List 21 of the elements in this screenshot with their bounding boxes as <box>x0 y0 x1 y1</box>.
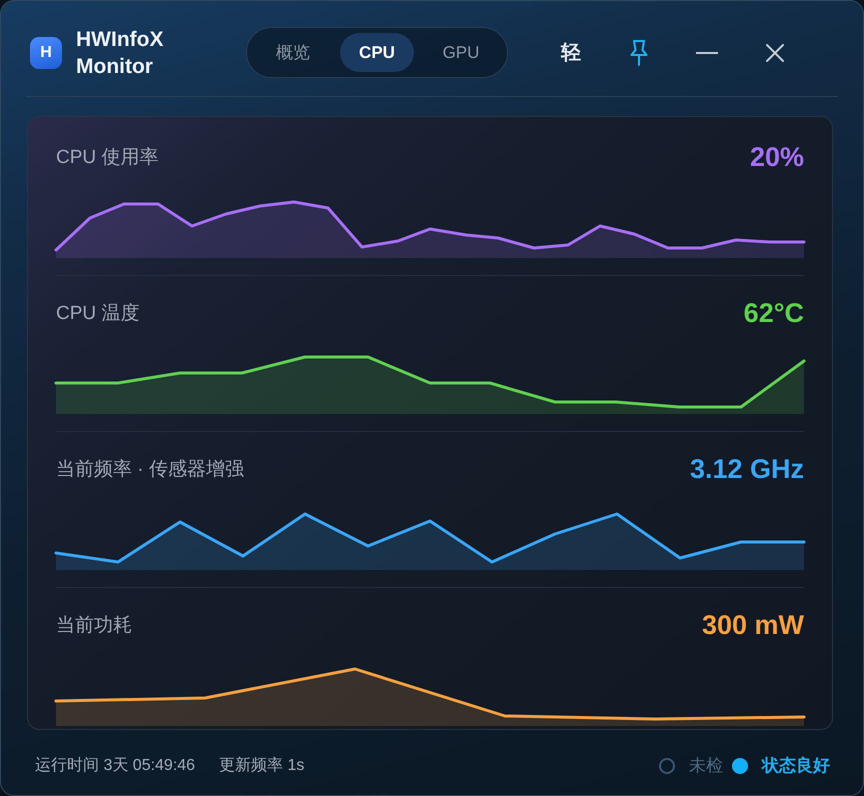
app-logo: H <box>30 36 62 68</box>
status-text: 更新频率 1s <box>219 756 304 776</box>
status-label: 未检 <box>689 755 723 777</box>
metric-value: 3.12 GHz <box>690 454 804 484</box>
tab[interactable]: GPU <box>424 33 498 72</box>
pin-icon <box>629 38 649 66</box>
metric-value: 300 mW <box>702 610 804 640</box>
metric-label: CPU 使用率 <box>56 146 158 170</box>
close-icon <box>766 44 784 62</box>
mode-toggle-button[interactable]: 轻 <box>551 32 591 72</box>
app-title: HWInfoX Monitor <box>76 26 164 80</box>
status-text: 运行时间 3天 05:49:46 <box>35 756 196 776</box>
minimize-icon <box>696 52 718 54</box>
tab[interactable]: 概览 <box>256 33 330 72</box>
status-label: 状态良好 <box>762 755 830 777</box>
metric-label: 当前功耗 <box>56 614 132 638</box>
metric-label: 当前频率 · 传感器增强 <box>56 458 244 482</box>
metric-label: CPU 温度 <box>56 302 140 326</box>
tab[interactable]: CPU <box>340 33 414 72</box>
metric-value: 62°C <box>744 298 804 328</box>
metric-value: 20% <box>750 142 804 172</box>
